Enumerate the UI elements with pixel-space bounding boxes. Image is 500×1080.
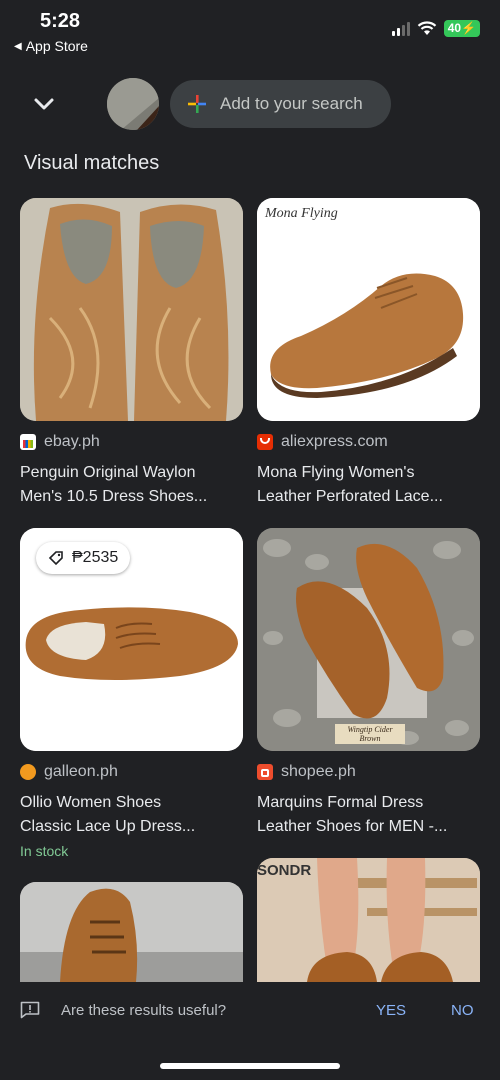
feedback-yes-button[interactable]: YES — [376, 1002, 406, 1019]
result-source-label: galleon.ph — [44, 763, 118, 780]
result-title-line: Penguin Original Waylon — [20, 464, 196, 481]
result-card[interactable]: ebay.ph Penguin Original Waylon Men's 10… — [20, 198, 243, 509]
feedback-question: Are these results useful? — [61, 1002, 227, 1019]
query-image-thumbnail[interactable] — [107, 78, 159, 130]
result-title-line: Ollio Women Shoes — [20, 794, 162, 811]
back-app-label: App Store — [25, 38, 88, 54]
charging-bolt-icon: ⚡ — [461, 21, 476, 35]
result-image[interactable]: Mona Flying — [257, 198, 480, 421]
price-value: ₱2535 — [72, 549, 119, 566]
add-to-search-button[interactable]: Add to your search — [170, 80, 391, 128]
result-card[interactable]: SONDR — [257, 858, 480, 982]
result-source-label: aliexpress.com — [281, 433, 388, 450]
home-indicator[interactable] — [160, 1063, 340, 1069]
feedback-no-button[interactable]: NO — [451, 1002, 474, 1019]
ebay-favicon-icon — [20, 434, 36, 450]
result-source-label: ebay.ph — [44, 433, 100, 450]
galleon-favicon-icon — [20, 764, 36, 780]
result-source-label: shopee.ph — [281, 763, 356, 780]
aliexpress-favicon-icon — [257, 434, 273, 450]
wifi-icon — [417, 21, 436, 35]
result-title[interactable]: Penguin Original Waylon Men's 10.5 Dress… — [20, 461, 243, 509]
plus-icon — [188, 95, 206, 113]
result-card[interactable] — [20, 882, 243, 982]
result-image[interactable] — [20, 198, 243, 421]
tag-icon — [48, 551, 63, 566]
system-icons: 40⚡ — [391, 20, 480, 37]
result-title-line: Classic Lace Up Dress... — [20, 818, 196, 835]
result-source[interactable]: galleon.ph — [20, 763, 243, 781]
stock-status: In stock — [20, 843, 69, 859]
result-title[interactable]: Ollio Women Shoes Classic Lace Up Dress.… — [20, 791, 243, 839]
battery-indicator: 40⚡ — [443, 20, 480, 37]
add-to-search-label: Add to your search — [220, 94, 363, 113]
result-title-line: Mona Flying Women's — [257, 464, 415, 481]
image-brand-text: SONDR — [257, 862, 312, 879]
section-title: Visual matches — [24, 152, 160, 174]
result-image[interactable]: Wingtip Cider Brown — [257, 528, 480, 751]
result-image[interactable] — [20, 882, 243, 982]
battery-level: 40 — [447, 21, 462, 35]
result-title[interactable]: Mona Flying Women's Leather Perforated L… — [257, 461, 480, 509]
status-bar: 5:28 ◀ App Store 40⚡ — [0, 0, 500, 58]
image-caption-text: Wingtip Cider Brown — [335, 724, 405, 744]
result-title-line: Marquins Formal Dress — [257, 794, 424, 811]
result-title[interactable]: Marquins Formal Dress Leather Shoes for … — [257, 791, 480, 839]
image-brand-text: Mona Flying — [265, 206, 338, 221]
result-card[interactable]: Mona Flying aliexpress.com Mona Flying W… — [257, 198, 480, 509]
cellular-signal-icon — [391, 21, 410, 36]
chevron-down-icon[interactable] — [30, 90, 58, 118]
result-image[interactable]: SONDR — [257, 858, 480, 982]
result-source[interactable]: ebay.ph — [20, 433, 243, 451]
result-title-line: Leather Shoes for MEN -... — [257, 818, 448, 835]
clock: 5:28 — [40, 10, 81, 32]
result-source[interactable]: aliexpress.com — [257, 433, 480, 451]
result-card[interactable]: Wingtip Cider Brown shopee.ph Marquins F… — [257, 528, 480, 839]
back-to-app-link[interactable]: ◀ App Store — [14, 38, 88, 54]
result-card[interactable]: ₱2535 galleon.ph Ollio Women Shoes Class… — [20, 528, 243, 859]
result-title-line: Leather Perforated Lace... — [257, 488, 443, 505]
result-image[interactable]: ₱2535 — [20, 528, 243, 751]
shopee-favicon-icon — [257, 764, 273, 780]
feedback-icon — [20, 1001, 40, 1019]
price-tag: ₱2535 — [36, 542, 131, 574]
result-title-line: Men's 10.5 Dress Shoes... — [20, 488, 208, 505]
result-source[interactable]: shopee.ph — [257, 763, 480, 781]
lens-top-bar: Add to your search — [0, 78, 500, 130]
back-triangle-icon: ◀ — [14, 40, 22, 52]
